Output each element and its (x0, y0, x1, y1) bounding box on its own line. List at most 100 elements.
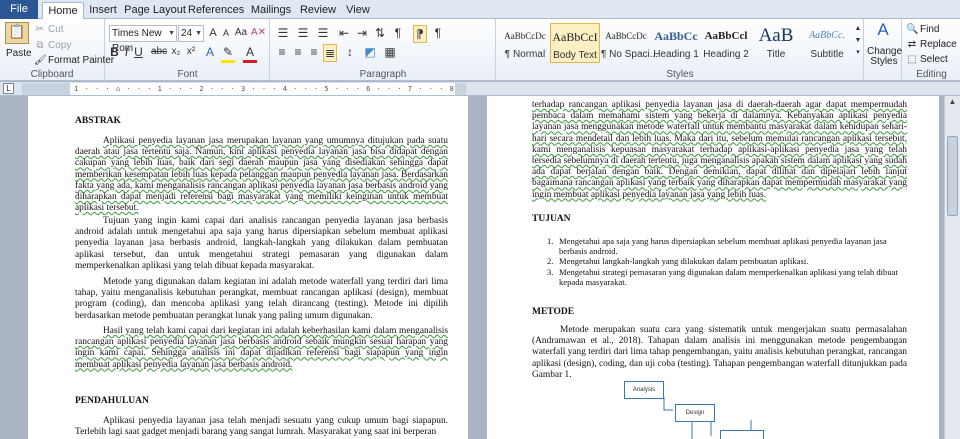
strikethrough-icon[interactable]: abc (151, 44, 167, 60)
copy-button[interactable]: Copy (48, 40, 71, 51)
flow-box-coding (720, 430, 764, 439)
highlight-icon[interactable]: ✎ (221, 44, 235, 63)
tab-view[interactable]: View (342, 2, 374, 19)
editing-label: Editing (916, 69, 947, 80)
align-left-icon[interactable]: ≡ (275, 44, 289, 60)
style-heading-1[interactable]: AaBbCc Heading 1 (651, 23, 701, 63)
font-name-combo[interactable]: Times New Rom ▼ (109, 25, 177, 54)
clipboard-label: Clipboard (30, 69, 74, 80)
tab-selector-icon[interactable]: L (3, 83, 14, 94)
select-button[interactable]: Select (920, 54, 948, 65)
tab-mailings[interactable]: Mailings (248, 2, 294, 19)
metode-heading: METODE (532, 307, 575, 317)
paste-button[interactable]: Paste (6, 48, 32, 59)
cut-button[interactable]: Cut (48, 24, 64, 35)
tujuan-item-2: Mengetahui langkah-langkah yang dilakuka… (559, 256, 809, 267)
clear-formatting-icon[interactable]: A✕ (251, 25, 266, 41)
italic-icon[interactable]: I (121, 44, 132, 60)
font-color-icon[interactable]: A (243, 44, 257, 63)
cut-icon: ✂ (35, 24, 45, 35)
styles-scroll-icon[interactable]: ▲ ▼ ▾ (854, 23, 862, 59)
scrollbar-thumb[interactable] (947, 136, 958, 216)
change-case-icon[interactable]: Aa (234, 25, 248, 41)
style-subtitle[interactable]: AaBbCc. Subtitle (802, 23, 852, 63)
intro-paragraph: terhadap rancangan aplikasi penyedia lay… (532, 100, 907, 201)
text-effects-icon[interactable]: A (203, 44, 217, 60)
bold-icon[interactable]: B (109, 44, 120, 60)
increase-indent-icon[interactable]: ⇥ (355, 25, 369, 41)
ltr-icon[interactable]: ⁋ (413, 25, 427, 43)
find-button[interactable]: Find (920, 24, 939, 35)
tab-references[interactable]: References (188, 2, 244, 19)
font-group: Times New Rom ▼ 24 ▼ A A Aa A✕ B I U abc… (106, 19, 270, 81)
subscript-icon[interactable]: x₂ (169, 44, 183, 60)
align-right-icon[interactable]: ≡ (307, 44, 321, 60)
grow-font-icon[interactable]: A (207, 25, 219, 41)
numbering-icon[interactable]: ☰ (295, 25, 311, 41)
style-name: Title (766, 49, 786, 60)
tab-file[interactable]: File (0, 0, 38, 19)
line-spacing-icon[interactable]: ↕ (343, 44, 357, 60)
style-name: Subtitle (810, 49, 844, 60)
style-normal[interactable]: AaBbCcDc ¶ Normal (500, 23, 550, 63)
tujuan-item-1: Mengetahui apa saja yang harus dipersiap… (559, 236, 887, 257)
format-painter-icon: 🖌 (34, 55, 47, 66)
tab-review[interactable]: Review (298, 2, 338, 19)
decrease-indent-icon[interactable]: ⇤ (337, 25, 351, 41)
change-styles-icon: A (877, 20, 889, 39)
format-painter-button[interactable]: Format Painter (48, 55, 114, 66)
scroll-up-icon[interactable]: ▲ (947, 97, 958, 108)
font-size-value: 24 (181, 28, 193, 39)
borders-icon[interactable]: ▦ (383, 44, 397, 60)
ribbon: 📋 Paste ✂ Cut ⧉ Copy 🖌 Format Painter Cl… (0, 19, 960, 81)
font-size-combo[interactable]: 24 ▼ (178, 25, 204, 42)
style-name: ¶ No Spaci... (601, 49, 659, 60)
vertical-scrollbar[interactable]: ▲ (944, 96, 960, 439)
ruler-left-margin (22, 83, 70, 95)
paste-icon: 📋 (5, 22, 29, 44)
tab-insert[interactable]: Insert (86, 2, 120, 19)
metode-paragraph: Metode merupakan suatu cara yang sistema… (532, 325, 907, 380)
copy-icon: ⧉ (36, 40, 44, 51)
style-name: Heading 1 (653, 49, 699, 60)
change-styles-button[interactable]: Change Styles (867, 47, 902, 67)
multilevel-list-icon[interactable]: ☰ (315, 25, 331, 41)
tab-home[interactable]: Home (42, 2, 84, 20)
shrink-font-icon[interactable]: A (220, 25, 232, 41)
change-styles-group: A Change Styles (864, 19, 902, 81)
tujuan-heading: TUJUAN (532, 214, 571, 224)
styles-group: AaBbCcDc ¶ Normal AaBbCcI Body Text AaBb… (497, 19, 864, 81)
style-no-spacing[interactable]: AaBbCcDc ¶ No Spaci... (601, 23, 659, 63)
paragraph-label: Paragraph (359, 69, 407, 80)
tujuan-list: 1. Mengetahui apa saja yang harus dipersi… (547, 236, 907, 287)
tab-page-layout[interactable]: Page Layout (124, 2, 186, 19)
superscript-icon[interactable]: x² (184, 44, 198, 60)
abstract-paragraph-2: Tujuan yang ingin kami capai dari analis… (75, 216, 448, 271)
flow-box-analysis: Analysis (624, 381, 664, 399)
rtl-icon[interactable]: ¶ (431, 25, 445, 41)
justify-icon[interactable]: ≣ (323, 44, 337, 62)
list-item: 1. Mengetahui apa saja yang harus dipersi… (547, 236, 887, 257)
tujuan-item-3: Mengetahui strategi pemasaran yang digun… (559, 266, 898, 287)
chevron-down-icon: ▼ (195, 30, 202, 37)
document-page-left[interactable]: ABSTRAK Aplikasi penyedia layanan jasa m… (28, 96, 468, 439)
horizontal-ruler[interactable]: · 2 · · · 1 · · · ⌂ · · · 1 · · · 2 · · … (22, 83, 466, 95)
editing-group: 🔍 Find ⇄ Replace ⬚ Select Editing (903, 19, 960, 81)
abstract-paragraph-3: Metode yang digunakan dalam kegiatan ini… (75, 277, 448, 321)
replace-button[interactable]: Replace (920, 39, 957, 50)
shading-icon[interactable]: ◩ (363, 44, 377, 60)
document-page-right[interactable]: terhadap rancangan aplikasi penyedia lay… (487, 96, 939, 439)
paragraph-group: ☰ ☰ ☰ ⇤ ⇥ ⇅ ¶ ⁋ ¶ ≡ ≡ ≡ ≣ ↕ ◩ ▦ Paragrap… (271, 19, 496, 81)
style-heading-2[interactable]: AaBbCcl Heading 2 (701, 23, 751, 63)
align-center-icon[interactable]: ≡ (291, 44, 305, 60)
bullets-icon[interactable]: ☰ (275, 25, 291, 41)
list-item: 3. Mengetahui strategi pemasaran yang dig… (547, 266, 898, 287)
style-name: Body Text (553, 50, 597, 61)
style-title[interactable]: AaB Title (751, 23, 801, 63)
sort-icon[interactable]: ⇅ (373, 25, 387, 41)
underline-icon[interactable]: U (133, 44, 144, 60)
style-body-text[interactable]: AaBbCcI Body Text (550, 23, 600, 63)
show-formatting-icon[interactable]: ¶ (391, 25, 405, 41)
ruler-marks: · 2 · · · 1 · · · ⌂ · · · 1 · · · 2 · · … (22, 85, 466, 93)
select-icon: ⬚ (907, 54, 917, 65)
